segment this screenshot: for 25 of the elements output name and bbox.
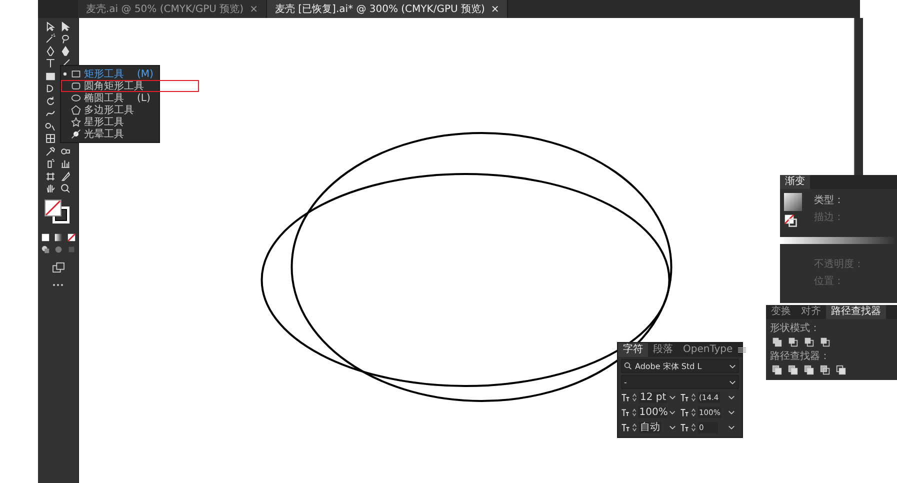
value-field[interactable]: 12 pt bbox=[638, 392, 668, 403]
menu-item[interactable]: 圆角矩形工具 bbox=[61, 80, 200, 92]
close-icon[interactable]: × bbox=[490, 4, 500, 14]
menu-item[interactable]: 星形工具 bbox=[61, 116, 160, 128]
panel-tab[interactable]: 对齐 bbox=[796, 305, 826, 319]
value-field[interactable]: 100% bbox=[638, 407, 668, 418]
panel-tab[interactable]: 段落 bbox=[648, 343, 678, 357]
close-icon[interactable]: × bbox=[250, 4, 258, 14]
font-style-dropdown[interactable]: - bbox=[621, 375, 739, 389]
menu-item[interactable]: 矩形工具 (M) bbox=[61, 68, 160, 80]
document-tab[interactable]: 麦壳 [已恢复].ai* @ 300% (CMYK/GPU 预览) × bbox=[266, 0, 508, 18]
panel-tab[interactable]: OpenType bbox=[678, 343, 738, 357]
section-label: 形状模式： bbox=[769, 322, 821, 336]
document-tab[interactable]: 麦壳.ai @ 50% (CMYK/GPU 预览) × bbox=[78, 0, 267, 18]
field-label: 类型： bbox=[813, 194, 845, 207]
menu-item[interactable]: 光晕工具 bbox=[61, 128, 160, 140]
panel-tab[interactable]: 字符 bbox=[618, 343, 648, 357]
value-field[interactable]: 自动 bbox=[639, 422, 661, 433]
panel-tab[interactable]: 路径查找器 bbox=[826, 305, 886, 319]
panel-tab[interactable]: 变换 bbox=[766, 305, 796, 319]
menu-item[interactable]: 椭圆工具 (L) bbox=[61, 92, 160, 104]
menu-item[interactable]: 多边形工具 bbox=[61, 104, 160, 116]
panel-tab[interactable]: 渐变 bbox=[780, 175, 810, 189]
font-family-dropdown[interactable]: Adobe 宋体 Std L bbox=[621, 359, 739, 373]
section-label: 路径查找器： bbox=[769, 350, 831, 364]
